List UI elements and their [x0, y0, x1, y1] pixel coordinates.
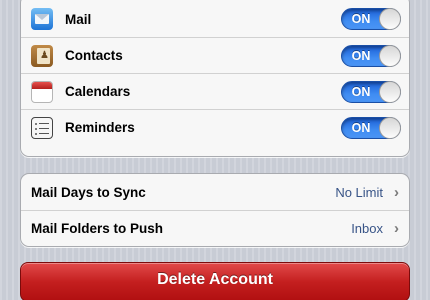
row-mail-folders-to-push[interactable]: Mail Folders to Push Inbox ›: [21, 210, 409, 246]
toggle-state-text: ON: [351, 120, 371, 135]
row-label-reminders: Reminders: [65, 120, 135, 135]
row-label-mail-folders-to-push: Mail Folders to Push: [31, 221, 164, 236]
row-reminders: Reminders ON: [21, 109, 409, 145]
reminders-icon: [31, 116, 53, 139]
toggle-knob: [379, 8, 401, 30]
mail-settings-group: Mail Days to Sync No Limit › Mail Folder…: [20, 173, 410, 247]
row-label-contacts: Contacts: [65, 48, 123, 63]
contacts-toggle[interactable]: ON: [341, 44, 401, 67]
toggle-state-text: ON: [351, 48, 371, 63]
row-contacts: ♟ Contacts ON: [21, 37, 409, 73]
mail-days-to-sync-value: No Limit: [335, 184, 383, 200]
toggle-knob: [379, 44, 401, 67]
toggle-state-text: ON: [351, 12, 371, 26]
calendars-toggle[interactable]: ON: [341, 80, 401, 103]
calendar-icon: [31, 80, 53, 103]
row-label-calendars: Calendars: [65, 84, 131, 99]
chevron-right-icon: ›: [394, 220, 399, 237]
row-mail-days-to-sync[interactable]: Mail Days to Sync No Limit ›: [21, 174, 409, 210]
contacts-icon: ♟: [31, 44, 53, 67]
mail-icon: [31, 8, 53, 30]
account-services-group: Mail ON ♟ Contacts ON Calendars ON Remin…: [20, 0, 410, 157]
reminders-toggle[interactable]: ON: [341, 116, 401, 139]
mail-toggle[interactable]: ON: [341, 8, 401, 30]
delete-account-button[interactable]: Delete Account: [20, 262, 410, 300]
toggle-state-text: ON: [351, 84, 371, 99]
toggle-knob: [379, 116, 401, 139]
toggle-knob: [379, 80, 401, 103]
chevron-right-icon: ›: [394, 183, 399, 201]
row-calendars: Calendars ON: [21, 73, 409, 109]
row-label-mail-days-to-sync: Mail Days to Sync: [31, 184, 146, 200]
mail-folders-to-push-value: Inbox: [351, 221, 383, 236]
row-mail: Mail ON: [21, 0, 409, 37]
row-label-mail: Mail: [65, 11, 92, 27]
